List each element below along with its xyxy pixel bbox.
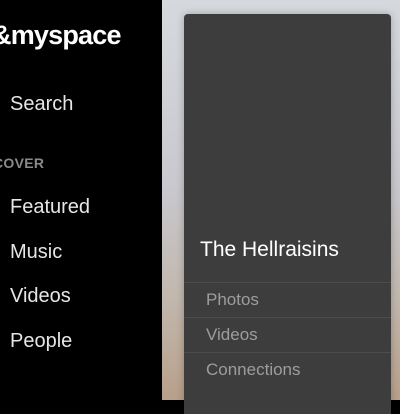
artist-title[interactable]: The Hellraisins [200, 238, 339, 262]
search-nav-item[interactable]: Search [10, 93, 73, 116]
nav-item-featured[interactable]: Featured [10, 196, 90, 219]
menu-item-videos[interactable]: Videos [184, 317, 391, 352]
artist-menu: Photos Videos Connections [184, 282, 391, 387]
menu-item-connections[interactable]: Connections [184, 352, 391, 387]
sidebar: &myspace Search COVER Featured Music Vid… [0, 0, 162, 400]
myspace-logo[interactable]: &myspace [0, 20, 121, 51]
discover-heading: COVER [0, 155, 45, 171]
logo-icon: & [0, 20, 11, 50]
nav-item-music[interactable]: Music [10, 241, 62, 264]
nav-item-people[interactable]: People [10, 330, 72, 353]
nav-item-videos[interactable]: Videos [10, 285, 71, 308]
logo-text: myspace [10, 20, 122, 50]
artist-panel: The Hellraisins Photos Videos Connection… [184, 14, 391, 414]
menu-item-photos[interactable]: Photos [184, 282, 391, 317]
